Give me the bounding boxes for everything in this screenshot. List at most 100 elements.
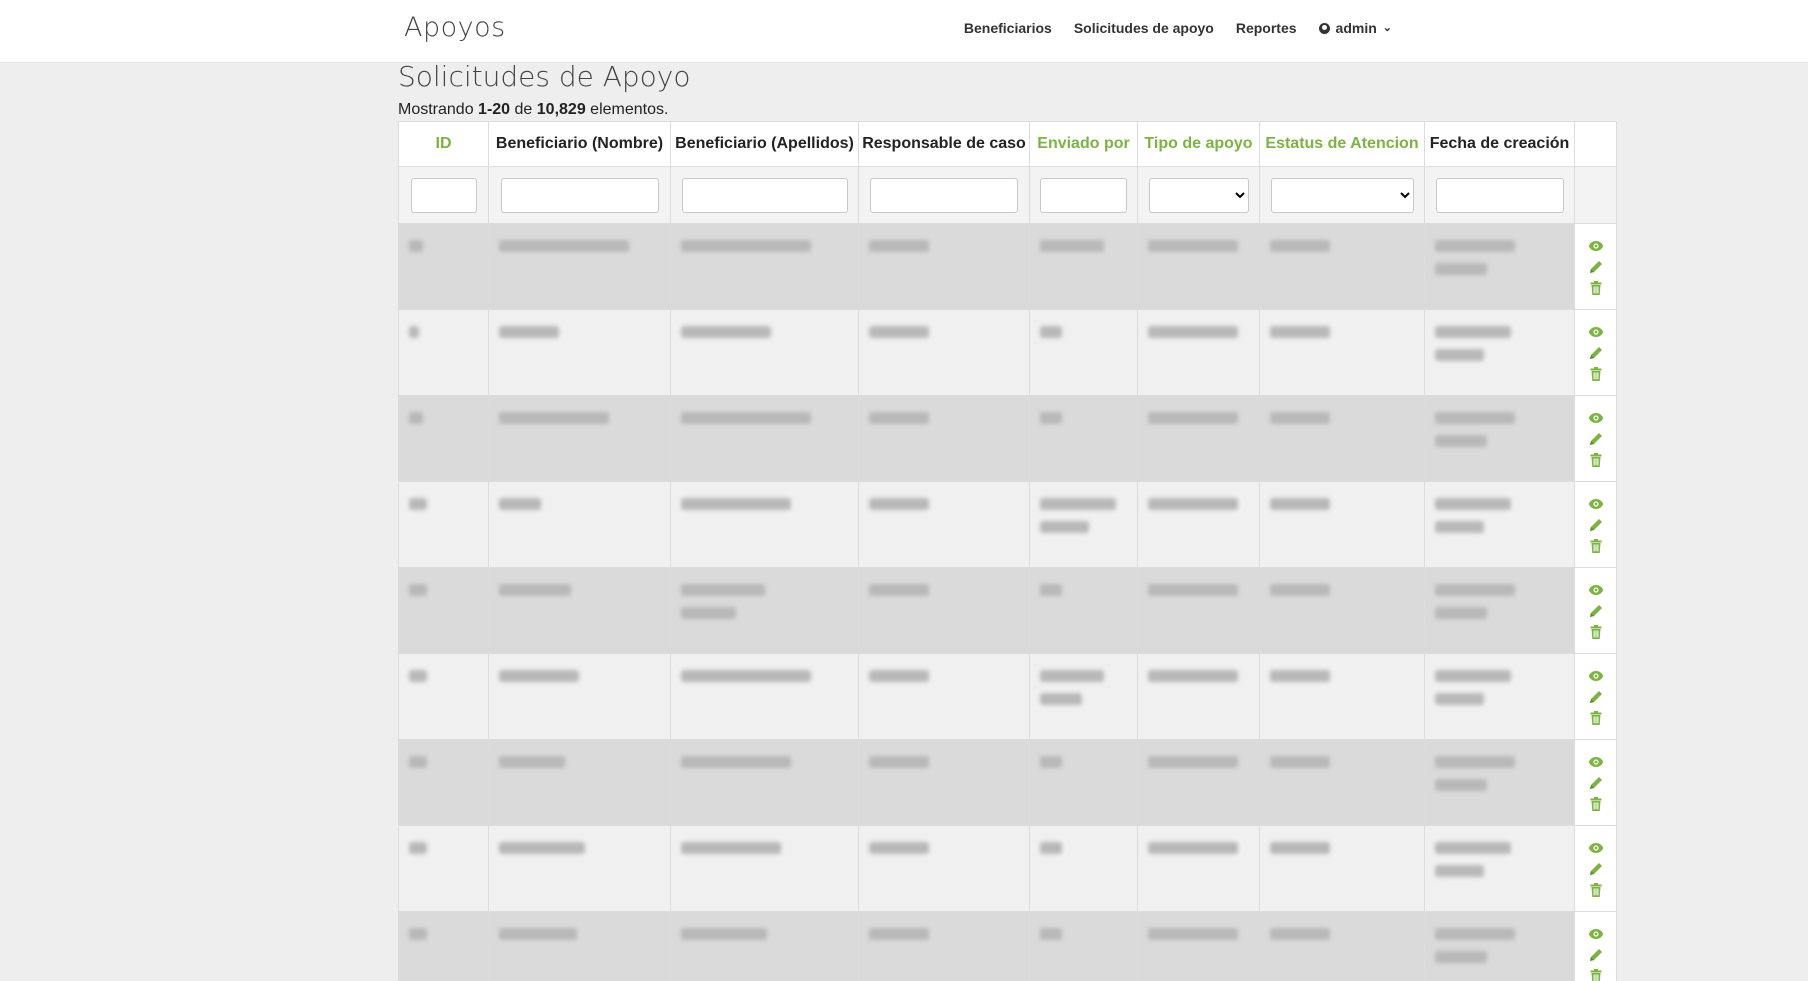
edit-button[interactable] [1587,947,1605,965]
redacted-text [1040,693,1082,705]
filter-apellidos-input[interactable] [681,177,848,213]
redacted-text [1270,584,1330,596]
view-button[interactable] [1587,410,1605,428]
filter-nombre-input[interactable] [500,177,659,213]
table-cell [398,481,489,568]
edit-button[interactable] [1587,345,1605,363]
delete-button[interactable] [1587,710,1605,728]
view-button[interactable] [1587,496,1605,514]
table-cell [670,567,859,654]
view-button[interactable] [1587,926,1605,944]
table-cell [670,309,859,396]
delete-button[interactable] [1587,366,1605,384]
table-cell [670,395,859,482]
user-circle-icon [1318,22,1330,34]
table-cell [488,825,671,912]
table-row[interactable] [398,223,1617,310]
col-header-id[interactable]: ID [398,121,489,167]
table-cell [1029,223,1138,310]
filter-responsable-input[interactable] [870,177,1018,213]
redacted-text [1040,521,1089,533]
col-header-estatus[interactable]: Estatus de Atencion [1259,121,1425,167]
table-row[interactable] [398,739,1617,826]
delete-button[interactable] [1587,882,1605,900]
delete-button[interactable] [1587,796,1605,814]
view-button[interactable] [1587,324,1605,342]
table-cell [1029,739,1138,826]
table-cell [1137,911,1260,981]
redacted-text [1435,240,1515,252]
redacted-text [1040,928,1062,940]
redacted-text [869,756,929,768]
table-row[interactable] [398,653,1617,740]
table-cell [1259,395,1425,482]
col-header-actions [1574,121,1617,167]
table-body [398,223,1617,981]
redacted-text [869,584,929,596]
view-button[interactable] [1587,582,1605,600]
nav-reportes[interactable]: Reportes [1236,20,1297,36]
redacted-text [409,670,427,682]
redacted-text [1435,865,1484,877]
col-header-tipo-apoyo[interactable]: Tipo de apoyo [1137,121,1260,167]
table-cell [858,481,1030,568]
col-header-enviado-por[interactable]: Enviado por [1029,121,1138,167]
delete-button[interactable] [1587,452,1605,470]
table-cell [1259,309,1425,396]
table-row[interactable] [398,395,1617,482]
filter-id-input[interactable] [410,177,477,213]
delete-button[interactable] [1587,968,1605,981]
table-cell [1424,739,1575,826]
table-cell [1424,309,1575,396]
eye-icon [1588,843,1603,853]
redacted-text [1435,756,1515,768]
summary-suffix: elementos. [590,101,669,118]
eye-icon [1588,413,1603,423]
redacted-text [409,756,427,768]
edit-button[interactable] [1587,431,1605,449]
table-cell [1259,567,1425,654]
edit-button[interactable] [1587,603,1605,621]
delete-button[interactable] [1587,624,1605,642]
edit-button[interactable] [1587,259,1605,277]
table-cell [488,309,671,396]
summary-prefix: Mostrando [398,101,474,118]
brand-logo[interactable]: Apoyos [404,12,506,43]
filter-estatus-select[interactable] [1270,177,1414,213]
redacted-text [1040,842,1062,854]
user-menu[interactable]: admin ⌄ [1318,20,1392,36]
view-button[interactable] [1587,754,1605,772]
table-cell [488,739,671,826]
table-row[interactable] [398,481,1617,568]
table-cell [670,223,859,310]
view-button[interactable] [1587,840,1605,858]
view-button[interactable] [1587,238,1605,256]
edit-button[interactable] [1587,517,1605,535]
table-cell [488,481,671,568]
table-row[interactable] [398,825,1617,912]
pencil-icon [1589,433,1602,445]
redacted-text [681,842,781,854]
table-cell [1259,653,1425,740]
edit-button[interactable] [1587,861,1605,879]
nav-beneficiarios[interactable]: Beneficiarios [964,20,1052,36]
table-row[interactable] [398,911,1617,981]
redacted-text [1040,756,1062,768]
edit-button[interactable] [1587,775,1605,793]
row-actions [1574,309,1617,396]
table-cell [1259,739,1425,826]
redacted-text [1270,842,1330,854]
filter-fecha-input[interactable] [1435,177,1564,213]
filter-enviado-input[interactable] [1040,177,1127,213]
table-row[interactable] [398,309,1617,396]
edit-button[interactable] [1587,689,1605,707]
delete-button[interactable] [1587,538,1605,556]
delete-button[interactable] [1587,280,1605,298]
col-header-responsable: Responsable de caso [858,121,1030,167]
filter-tipo-select[interactable] [1148,177,1249,213]
nav-solicitudes[interactable]: Solicitudes de apoyo [1074,20,1214,36]
redacted-text [1435,349,1484,361]
table-row[interactable] [398,567,1617,654]
view-button[interactable] [1587,668,1605,686]
redacted-text [409,928,427,940]
